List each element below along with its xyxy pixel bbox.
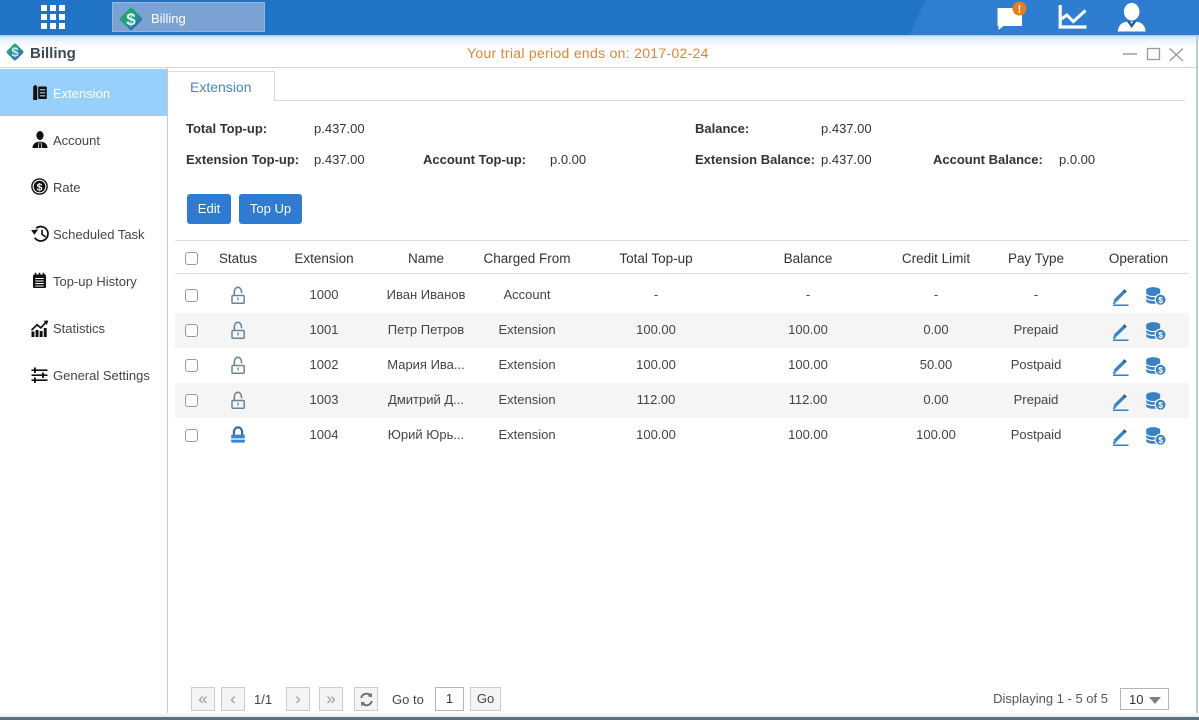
svg-text:!: ! xyxy=(1018,4,1022,16)
svg-text:$: $ xyxy=(1158,400,1163,410)
svg-text:$: $ xyxy=(126,10,136,29)
svg-text:$: $ xyxy=(1158,435,1163,445)
svg-text:$: $ xyxy=(1158,365,1163,375)
svg-text:$: $ xyxy=(37,182,43,194)
svg-text:$: $ xyxy=(1158,295,1163,305)
svg-text:$: $ xyxy=(1158,330,1163,340)
svg-text:$: $ xyxy=(11,45,19,60)
